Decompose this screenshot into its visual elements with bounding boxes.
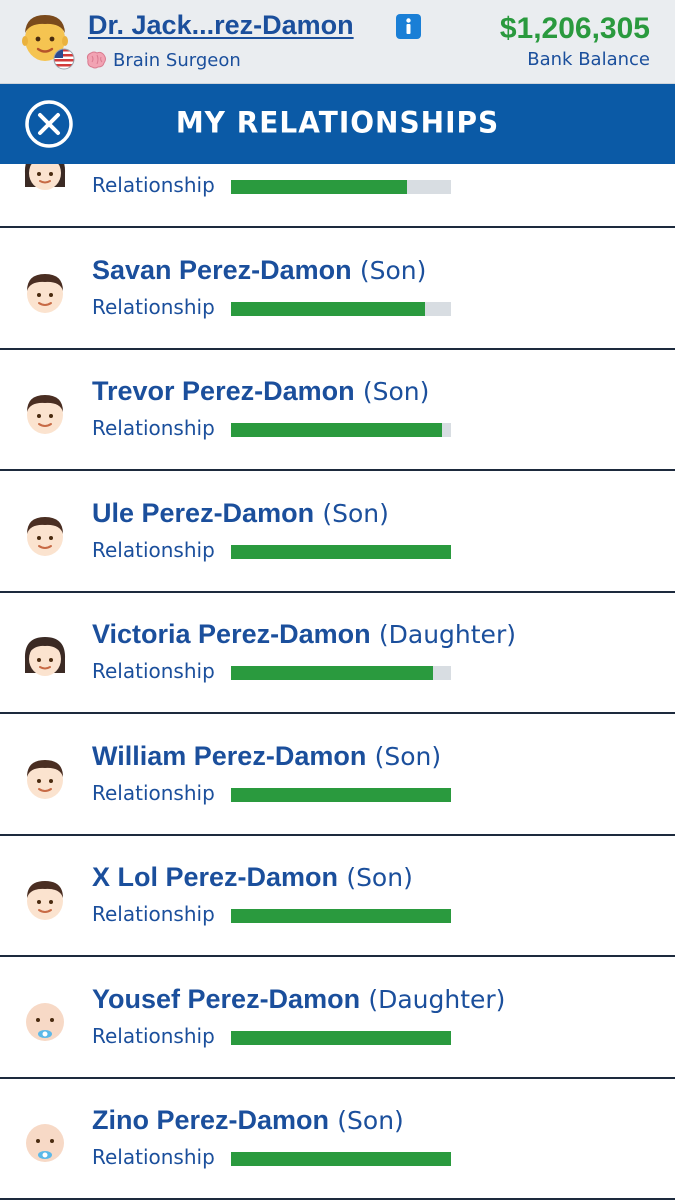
relationship-row[interactable]: Savan Perez-Damon (Son) Relationship (0, 229, 675, 350)
character-header: Dr. Jack...rez-Damon Brain Surgeon $1,20… (0, 0, 675, 84)
relationship-bar (231, 423, 451, 437)
relationship-label: Relationship (92, 416, 215, 440)
relative-relation: (Son) (374, 741, 442, 771)
relationship-bar (231, 909, 451, 923)
relationship-bar-fill (231, 301, 425, 316)
relative-name: Ule Perez-Damon (92, 497, 315, 528)
relationship-label: Relationship (92, 780, 215, 805)
relative-name: Victoria Perez-Damon (92, 619, 371, 649)
relative-relation: (Son) (337, 1106, 404, 1135)
relative-name: William Perez-Damon (92, 740, 367, 771)
relative-name: Zino Perez-Damon (92, 1105, 330, 1135)
bank-balance-label: Bank Balance (527, 49, 650, 70)
boy-face-icon (27, 516, 63, 556)
girl-face-icon (24, 164, 66, 190)
relationship-label: Relationship (92, 294, 215, 319)
relative-name: Trevor Perez-Damon (92, 376, 355, 406)
relative-name-line: Zino Perez-Damon (Son) (92, 1105, 404, 1136)
relationship-row[interactable]: Ule Perez-Damon (Son) Relationship (0, 472, 675, 593)
relative-name: X Lol Perez-Damon (92, 862, 339, 892)
bank-balance-value: $1,206,305 (499, 12, 650, 45)
relationship-row[interactable]: Trevor Perez-Damon (Son) Relationship (0, 350, 675, 471)
relative-relation: (Daughter) (368, 984, 506, 1014)
relationship-label: Relationship (92, 902, 215, 926)
relationship-row[interactable]: X Lol Perez-Damon (Son) Relationship (0, 836, 675, 957)
relationship-row[interactable]: William Perez-Damon (Son) Relationship (0, 715, 675, 836)
relative-relation: (Son) (362, 377, 430, 406)
relationship-row[interactable]: Victoria Perez-Damon (Daughter) Relations… (0, 593, 675, 714)
relationship-row[interactable]: Zino Perez-Damon (Son) Relationship (0, 1079, 675, 1200)
baby-face-icon (26, 1002, 64, 1041)
relationship-bar-fill (231, 1152, 451, 1166)
relationship-bar-fill (231, 787, 451, 802)
page-title: MY RELATIONSHIPS (175, 105, 500, 140)
relative-name: Yousef Perez-Damon (92, 983, 361, 1014)
relationship-label: Relationship (92, 537, 215, 562)
us-flag-icon (53, 48, 75, 70)
relative-relation: (Son) (359, 255, 427, 285)
relationship-bar-fill (231, 423, 443, 437)
relationship-list[interactable]: Relationship Savan Perez-Damon (Son) Rela… (0, 164, 675, 1200)
relationship-bar (231, 180, 451, 194)
relationship-bar (231, 544, 451, 559)
boy-face-icon (27, 881, 63, 920)
occupation: Brain Surgeon (85, 49, 241, 71)
relationship-label: Relationship (92, 1023, 215, 1048)
relative-relation: (Son) (346, 863, 413, 892)
relative-name-line: William Perez-Damon (Son) (92, 741, 441, 772)
brain-icon (86, 51, 106, 69)
relationship-bar-fill (231, 666, 434, 680)
relationship-bar-fill (231, 1030, 451, 1045)
relationship-bar (231, 1152, 451, 1166)
relationship-bar-fill (231, 909, 451, 923)
relative-name-line: Savan Perez-Damon (Son) (92, 255, 426, 286)
relative-name-line: Trevor Perez-Damon (Son) (92, 376, 429, 407)
relationship-label: Relationship (92, 173, 215, 197)
relationship-label: Relationship (92, 1145, 215, 1169)
relative-relation: (Son) (322, 498, 389, 528)
relationship-label: Relationship (92, 659, 215, 683)
baby-face-icon (26, 1124, 64, 1162)
relationship-bar (231, 787, 451, 802)
info-icon[interactable] (396, 14, 421, 39)
relative-name-line: Ule Perez-Damon (Son) (92, 498, 389, 529)
relative-relation: (Daughter) (378, 620, 516, 649)
relationship-row[interactable]: Yousef Perez-Damon (Daughter) Relationshi… (0, 958, 675, 1079)
title-bar: MY RELATIONSHIPS (0, 84, 675, 164)
relative-name: Savan Perez-Damon (92, 254, 352, 285)
boy-face-icon (27, 273, 63, 313)
relationship-bar-fill (231, 544, 451, 559)
occupation-label: Brain Surgeon (113, 49, 241, 71)
character-name-link[interactable]: Dr. Jack...rez-Damon (88, 10, 354, 41)
relationship-bar-fill (231, 180, 407, 194)
relative-name-line: X Lol Perez-Damon (Son) (92, 862, 413, 893)
girl-face-icon (24, 637, 66, 676)
relative-name-line: Victoria Perez-Damon (Daughter) (92, 619, 516, 650)
relative-name-line: Yousef Perez-Damon (Daughter) (92, 984, 505, 1015)
relationship-bar (231, 301, 451, 316)
relationship-bar (231, 1030, 451, 1045)
boy-face-icon (27, 759, 63, 799)
boy-face-icon (27, 395, 63, 434)
relationship-row[interactable]: Relationship (0, 164, 675, 228)
relationship-bar (231, 666, 451, 680)
